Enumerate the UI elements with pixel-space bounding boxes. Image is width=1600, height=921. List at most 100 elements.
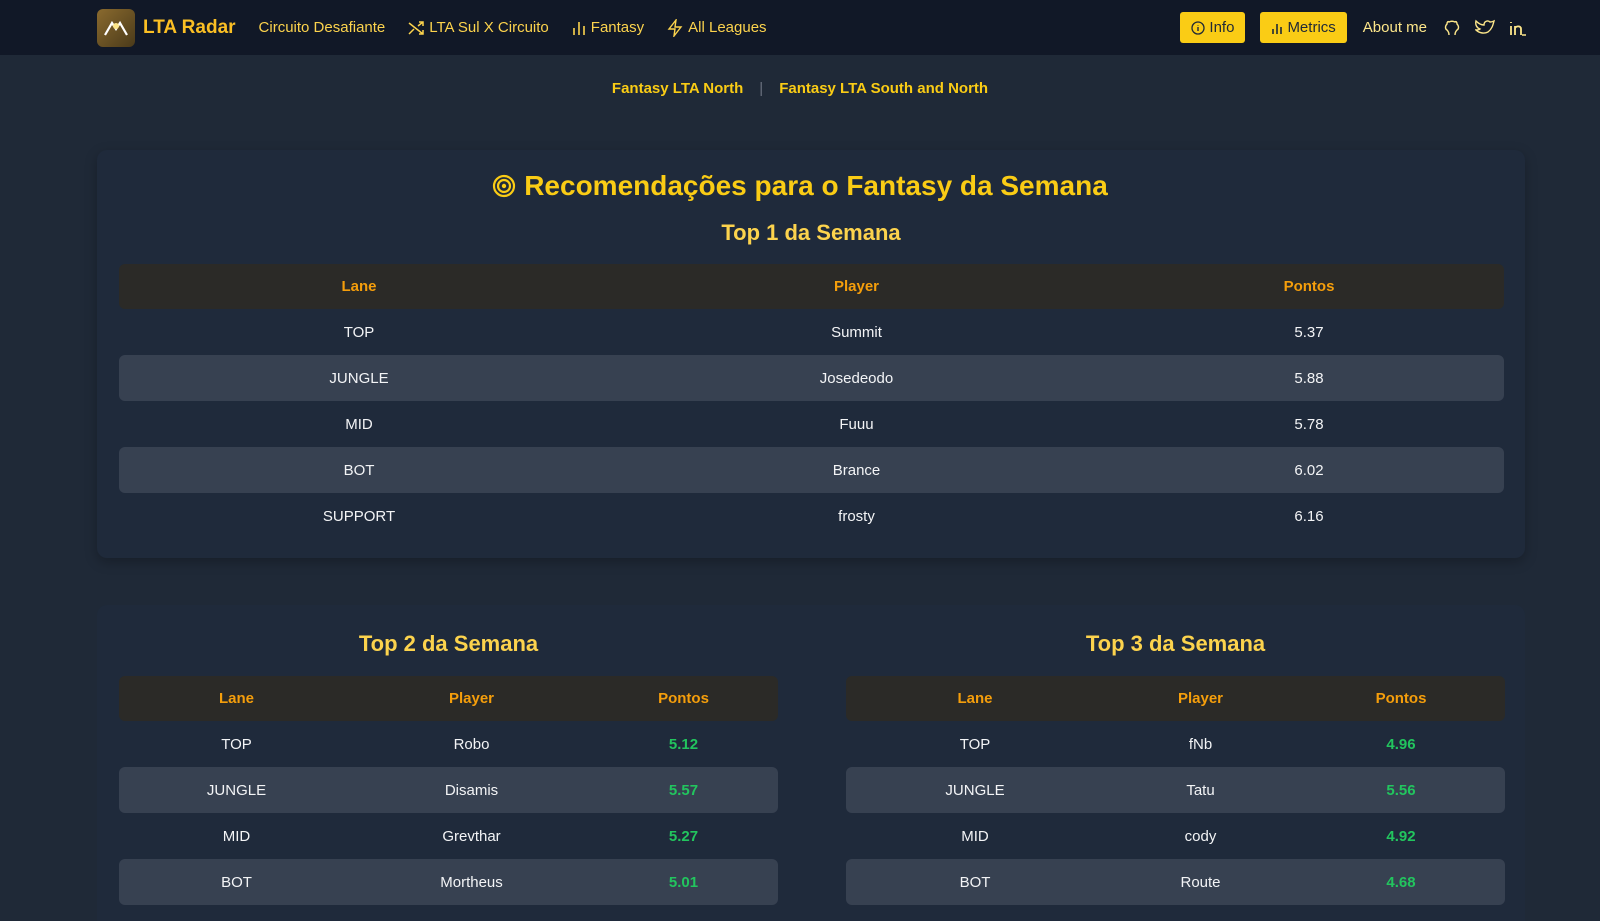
nav-link-label: Fantasy [590, 19, 645, 36]
metrics-label: Metrics [1287, 19, 1336, 36]
logo-icon[interactable] [97, 8, 135, 47]
points-cell: 5.88 [1114, 355, 1504, 401]
points-cell: 6.16 [1294, 507, 1324, 525]
info-label: Info [1209, 19, 1235, 36]
top3-title: Top 3 da Semana [1085, 631, 1266, 656]
bar-chart-icon [1272, 23, 1283, 34]
table-row: MID Grevthar 5.27 [119, 813, 778, 859]
lane-cell: JUNGLE [846, 767, 1104, 813]
nav-link-label: LTA Sul X Circuito [429, 19, 549, 36]
lane-cell: SUPPORT [322, 507, 396, 525]
player-cell: Fuuu [839, 415, 874, 433]
table-row: JUNGLE Josedeodo 5.88 [119, 355, 1504, 401]
player-cell: Brance [599, 447, 1114, 493]
lane-cell: TOP [959, 735, 991, 753]
points-cell: 5.56 [1297, 767, 1505, 813]
table-header-row: Lane Player Pontos [119, 264, 1504, 309]
table-row: JUNGLE Disamis 5.57 [119, 767, 778, 813]
nav-lta-sul-x-circuito[interactable]: LTA Sul X Circuito [408, 19, 549, 36]
lane-cell: TOP [343, 323, 375, 341]
lightning-icon [667, 18, 683, 37]
fantasy-subnav: Fantasy LTA North | Fantasy LTA South an… [0, 80, 1600, 97]
table-row: BOT Route 4.68 [846, 859, 1505, 905]
header-pontos: Pontos [1114, 264, 1504, 309]
points-cell: 5.01 [589, 859, 778, 905]
table-header-row: Lane Player Pontos [846, 676, 1505, 721]
lane-cell: JUNGLE [119, 355, 599, 401]
top2-table: Lane Player Pontos TOP Robo 5.12 JUNGLE … [119, 676, 778, 905]
header-pontos: Pontos [1297, 676, 1505, 721]
twitter-icon[interactable] [1475, 19, 1495, 37]
github-icon[interactable] [1443, 19, 1461, 37]
about-me-link[interactable]: About me [1363, 19, 1427, 36]
lane-cell: BOT [119, 447, 599, 493]
page-title-text: Recomendações para o Fantasy da Semana [524, 170, 1108, 201]
player-cell: Route [1104, 859, 1297, 905]
info-button[interactable]: Info [1180, 12, 1246, 43]
points-cell: 5.12 [668, 735, 699, 753]
nav-fantasy[interactable]: Fantasy [572, 19, 644, 36]
header-player: Player [599, 264, 1114, 309]
lane-cell: MID [961, 827, 989, 845]
table-row: BOT Brance 6.02 [119, 447, 1504, 493]
points-cell: 5.37 [1294, 323, 1324, 341]
nav-link-label: All Leagues [688, 19, 767, 36]
header-pontos: Pontos [589, 676, 778, 721]
top3-table: Lane Player Pontos TOP fNb 4.96 JUNGLE T… [846, 676, 1505, 905]
lane-cell: MID [222, 827, 251, 845]
info-icon [1191, 20, 1206, 35]
fantasy-lta-north-link[interactable]: Fantasy LTA North [612, 80, 743, 97]
player-cell: Disamis [354, 767, 589, 813]
player-cell: Grevthar [442, 827, 501, 845]
target-icon [493, 174, 516, 198]
linkedin-icon[interactable] [1509, 19, 1527, 37]
table-row: MID cody 4.92 [846, 813, 1505, 859]
lane-cell: BOT [846, 859, 1104, 905]
points-cell: 5.27 [668, 827, 699, 845]
header-player: Player [354, 676, 589, 721]
points-cell: 4.92 [1386, 827, 1416, 845]
header-player: Player [1104, 676, 1297, 721]
bar-chart-icon [572, 21, 585, 35]
points-cell: 4.96 [1386, 735, 1416, 753]
table-row: TOP fNb 4.96 [846, 721, 1505, 767]
nav-circuito-desafiante[interactable]: Circuito Desafiante [259, 19, 386, 36]
brand-name[interactable]: LTA Radar [143, 17, 236, 39]
table-row: SUPPORT frosty 6.16 [119, 493, 1504, 539]
player-cell: cody [1184, 827, 1217, 845]
lane-cell: BOT [119, 859, 354, 905]
points-cell: 5.78 [1294, 415, 1324, 433]
top1-title: Top 1 da Semana [721, 220, 901, 245]
fantasy-lta-south-north-link[interactable]: Fantasy LTA South and North [779, 80, 988, 97]
table-header-row: Lane Player Pontos [119, 676, 778, 721]
top2-title: Top 2 da Semana [358, 631, 539, 656]
points-cell: 5.57 [589, 767, 778, 813]
table-row: BOT Mortheus 5.01 [119, 859, 778, 905]
table-row: MID Fuuu 5.78 [119, 401, 1504, 447]
lane-cell: JUNGLE [119, 767, 354, 813]
metrics-button[interactable]: Metrics [1260, 12, 1347, 43]
navbar: LTA Radar Circuito Desafiante LTA Sul X … [0, 0, 1600, 55]
player-cell: Summit [831, 323, 882, 341]
player-cell: Robo [453, 735, 490, 753]
lane-cell: TOP [221, 735, 252, 753]
player-cell: Mortheus [354, 859, 589, 905]
table-row: TOP Summit 5.37 [119, 309, 1504, 355]
player-cell: fNb [1188, 735, 1213, 753]
player-cell: frosty [838, 507, 875, 525]
header-lane: Lane [846, 676, 1104, 721]
subnav-separator: | [759, 80, 764, 97]
nav-link-label: Circuito Desafiante [258, 19, 386, 36]
nav-all-leagues[interactable]: All Leagues [667, 18, 767, 37]
player-cell: Tatu [1104, 767, 1297, 813]
lane-cell: MID [345, 415, 373, 433]
table-row: TOP Robo 5.12 [119, 721, 778, 767]
top1-table: Lane Player Pontos TOP Summit 5.37 JUNGL… [119, 264, 1504, 539]
page-title: Recomendações para o Fantasy da Semana [0, 170, 1600, 202]
table-row: JUNGLE Tatu 5.56 [846, 767, 1505, 813]
points-cell: 4.68 [1297, 859, 1505, 905]
shuffle-icon [408, 20, 425, 35]
points-cell: 6.02 [1114, 447, 1504, 493]
header-lane: Lane [119, 676, 354, 721]
player-cell: Josedeodo [599, 355, 1114, 401]
